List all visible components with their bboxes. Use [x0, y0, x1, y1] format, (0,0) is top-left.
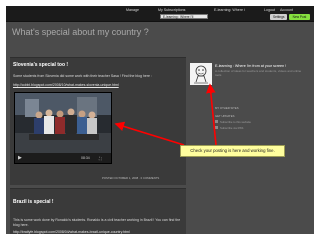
blog-dashboard: Manage My Subscriptions E-learning: Wher…	[6, 6, 314, 234]
arrow-to-sidebar	[206, 83, 217, 146]
annotation-arrows	[114, 83, 217, 146]
arrow-to-video	[114, 121, 185, 146]
annotation-callout: Check your posting is here and working f…	[180, 145, 285, 157]
